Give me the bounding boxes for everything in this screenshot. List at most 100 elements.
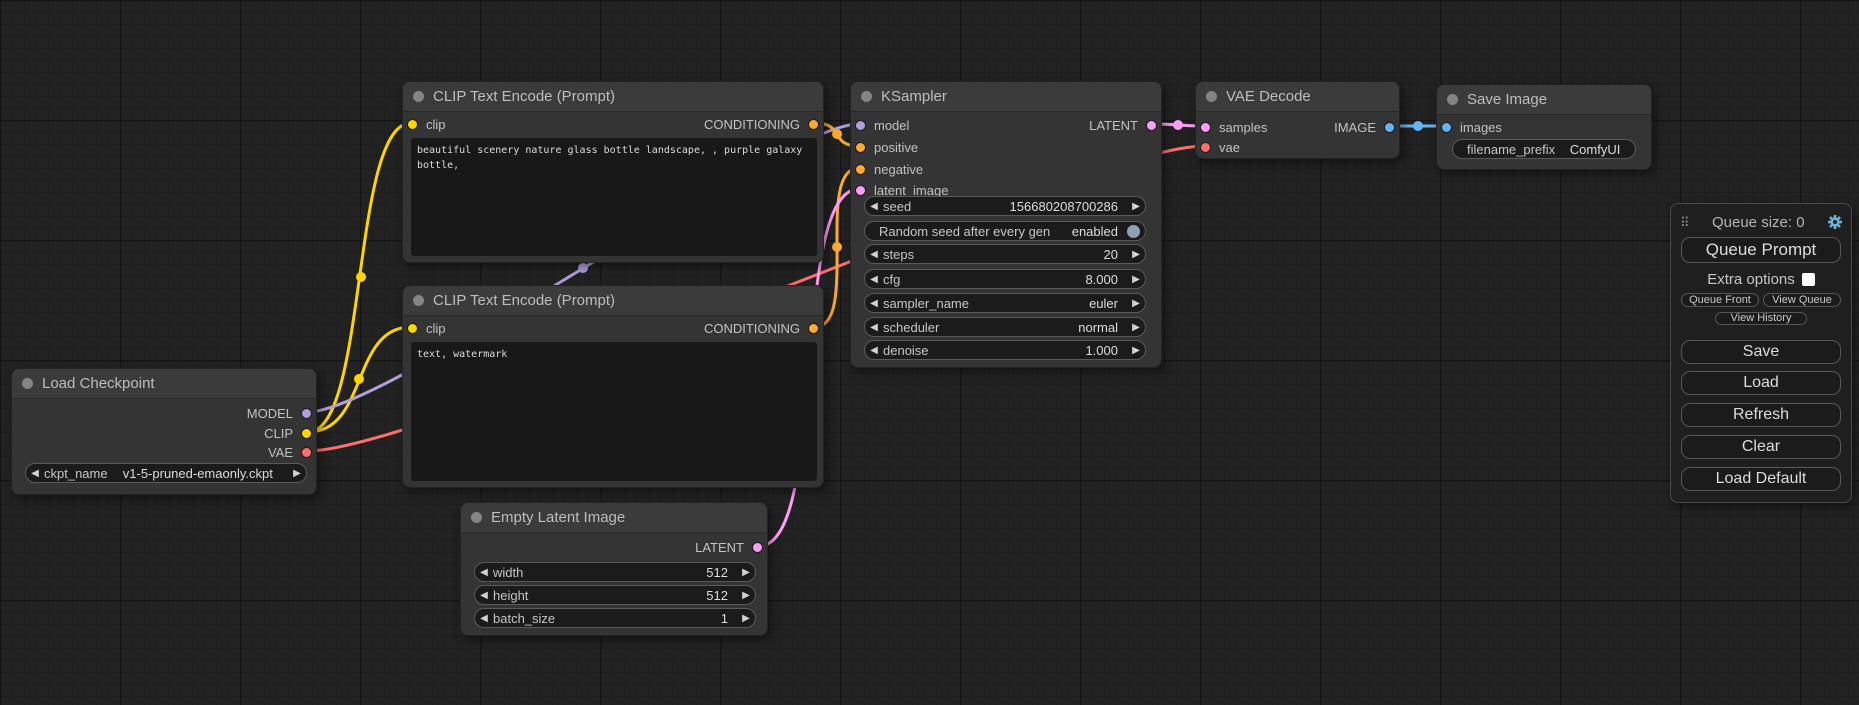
settings-gear-icon[interactable] (1827, 214, 1843, 230)
decrement-arrow-icon[interactable]: ◀ (865, 274, 883, 285)
decrement-arrow-icon[interactable]: ◀ (865, 201, 883, 212)
load-default-button[interactable]: Load Default (1681, 467, 1841, 491)
widget-ckpt-name[interactable]: ◀ ckpt_name v1-5-pruned-emaonly.ckpt ▶ (25, 463, 307, 483)
collapse-dot-icon[interactable] (1447, 94, 1458, 105)
input-label-model: model (874, 118, 909, 133)
input-port-model[interactable] (855, 120, 866, 131)
widget-label: ckpt_name (44, 466, 108, 481)
increment-arrow-icon[interactable]: ▶ (1127, 249, 1145, 260)
output-port-latent[interactable] (752, 542, 763, 553)
output-port-image[interactable] (1384, 122, 1395, 133)
increment-arrow-icon[interactable]: ▶ (1127, 298, 1145, 309)
decrement-arrow-icon[interactable]: ◀ (475, 567, 493, 578)
node-empty-latent-image[interactable]: Empty Latent Image LATENT ◀ width 512 ▶ … (460, 502, 768, 636)
output-port-clip[interactable] (301, 428, 312, 439)
save-button[interactable]: Save (1681, 340, 1841, 364)
load-button[interactable]: Load (1681, 371, 1841, 395)
queue-front-button[interactable]: Queue Front (1681, 293, 1759, 307)
widget-label: width (493, 565, 523, 580)
extra-options-checkbox[interactable] (1802, 273, 1815, 286)
increment-arrow-icon[interactable]: ▶ (737, 590, 755, 601)
node-titlebar[interactable]: Load Checkpoint (12, 369, 316, 399)
widget-width[interactable]: ◀ width 512 ▶ (474, 562, 756, 582)
increment-arrow-icon[interactable]: ▶ (737, 567, 755, 578)
collapse-dot-icon[interactable] (861, 91, 872, 102)
collapse-dot-icon[interactable] (22, 378, 33, 389)
widget-sampler-name[interactable]: ◀ sampler_name euler ▶ (864, 293, 1146, 313)
output-port-vae[interactable] (301, 447, 312, 458)
widget-cfg[interactable]: ◀ cfg 8.000 ▶ (864, 269, 1146, 289)
decrement-arrow-icon[interactable]: ◀ (865, 345, 883, 356)
node-load-checkpoint[interactable]: Load Checkpoint MODEL CLIP VAE ◀ ckpt_na… (11, 368, 317, 495)
increment-arrow-icon[interactable]: ▶ (1127, 201, 1145, 212)
input-port-samples[interactable] (1200, 122, 1211, 133)
node-graph-canvas[interactable]: Load Checkpoint MODEL CLIP VAE ◀ ckpt_na… (0, 0, 1859, 705)
node-save-image[interactable]: Save Image images filename_prefix ComfyU… (1436, 84, 1652, 170)
node-title: CLIP Text Encode (Prompt) (433, 88, 615, 105)
decrement-arrow-icon[interactable]: ◀ (475, 590, 493, 601)
positive-prompt-textarea[interactable]: beautiful scenery nature glass bottle la… (411, 138, 817, 256)
widget-scheduler[interactable]: ◀ scheduler normal ▶ (864, 317, 1146, 337)
node-titlebar[interactable]: VAE Decode (1196, 82, 1399, 112)
increment-arrow-icon[interactable]: ▶ (288, 468, 306, 479)
node-vae-decode[interactable]: VAE Decode samples IMAGE vae (1195, 81, 1400, 159)
negative-prompt-textarea[interactable]: text, watermark (411, 342, 817, 481)
drag-handle-icon[interactable]: ⠿ (1680, 216, 1690, 229)
view-history-button[interactable]: View History (1715, 312, 1807, 325)
toggle-enabled-dot[interactable] (1127, 225, 1140, 238)
widget-value: v1-5-pruned-emaonly.ckpt (108, 466, 288, 481)
node-titlebar[interactable]: CLIP Text Encode (Prompt) (403, 82, 823, 112)
collapse-dot-icon[interactable] (471, 512, 482, 523)
port-row: negative (851, 159, 1161, 179)
widget-value: 1 (555, 611, 737, 626)
decrement-arrow-icon[interactable]: ◀ (865, 249, 883, 260)
output-port-latent[interactable] (1146, 120, 1157, 131)
link-midpoint-dot (832, 129, 842, 139)
view-queue-button[interactable]: View Queue (1763, 293, 1841, 307)
node-titlebar[interactable]: Save Image (1437, 85, 1651, 115)
input-port-latent-image[interactable] (855, 185, 866, 196)
output-label-latent: LATENT (1089, 118, 1138, 133)
increment-arrow-icon[interactable]: ▶ (1127, 322, 1145, 333)
input-port-positive[interactable] (855, 142, 866, 153)
output-port-model[interactable] (301, 408, 312, 419)
increment-arrow-icon[interactable]: ▶ (1127, 274, 1145, 285)
decrement-arrow-icon[interactable]: ◀ (865, 322, 883, 333)
collapse-dot-icon[interactable] (1206, 91, 1217, 102)
node-titlebar[interactable]: KSampler (851, 82, 1161, 112)
clear-button[interactable]: Clear (1681, 435, 1841, 459)
input-port-clip[interactable] (407, 119, 418, 130)
widget-seed[interactable]: ◀ seed 156680208700286 ▶ (864, 196, 1146, 216)
input-port-vae[interactable] (1200, 142, 1211, 153)
queue-prompt-button[interactable]: Queue Prompt (1681, 237, 1841, 263)
widget-label: filename_prefix (1467, 142, 1555, 157)
widget-steps[interactable]: ◀ steps 20 ▶ (864, 244, 1146, 264)
decrement-arrow-icon[interactable]: ◀ (865, 298, 883, 309)
output-label-image: IMAGE (1334, 120, 1376, 135)
node-title: Save Image (1467, 91, 1547, 108)
node-clip-text-encode-negative[interactable]: CLIP Text Encode (Prompt) clip CONDITION… (402, 285, 824, 488)
widget-random-seed-toggle[interactable]: Random seed after every gen enabled (864, 221, 1146, 241)
input-port-images[interactable] (1441, 122, 1452, 133)
increment-arrow-icon[interactable]: ▶ (1127, 345, 1145, 356)
output-label-conditioning: CONDITIONING (704, 321, 800, 336)
collapse-dot-icon[interactable] (413, 295, 424, 306)
input-port-clip[interactable] (407, 323, 418, 334)
refresh-button[interactable]: Refresh (1681, 403, 1841, 427)
decrement-arrow-icon[interactable]: ◀ (26, 468, 44, 479)
output-port-conditioning[interactable] (808, 119, 819, 130)
widget-value: 1.000 (929, 343, 1127, 358)
increment-arrow-icon[interactable]: ▶ (737, 613, 755, 624)
widget-height[interactable]: ◀ height 512 ▶ (474, 585, 756, 605)
widget-batch-size[interactable]: ◀ batch_size 1 ▶ (474, 608, 756, 628)
node-ksampler[interactable]: KSampler model LATENT positive negative … (850, 81, 1162, 368)
input-port-negative[interactable] (855, 164, 866, 175)
widget-filename-prefix[interactable]: filename_prefix ComfyUI (1452, 139, 1636, 159)
collapse-dot-icon[interactable] (413, 91, 424, 102)
node-titlebar[interactable]: CLIP Text Encode (Prompt) (403, 286, 823, 316)
widget-denoise[interactable]: ◀ denoise 1.000 ▶ (864, 340, 1146, 360)
node-clip-text-encode-positive[interactable]: CLIP Text Encode (Prompt) clip CONDITION… (402, 81, 824, 263)
node-titlebar[interactable]: Empty Latent Image (461, 503, 767, 533)
output-port-conditioning[interactable] (808, 323, 819, 334)
decrement-arrow-icon[interactable]: ◀ (475, 613, 493, 624)
